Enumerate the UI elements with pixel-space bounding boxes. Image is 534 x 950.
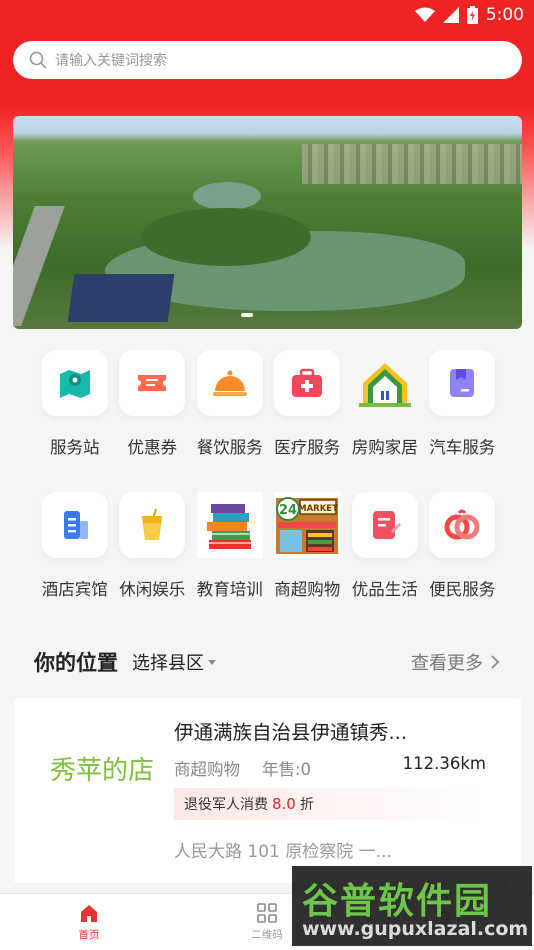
category-label: 优品生活 — [351, 580, 418, 599]
drink-cup-icon — [142, 508, 163, 540]
caret-down-icon — [208, 659, 216, 665]
category-tile — [196, 350, 263, 416]
category-convenience[interactable]: 便民服务 — [424, 492, 502, 600]
category-tile — [119, 350, 186, 416]
category-label: 汽车服务 — [429, 438, 496, 457]
banner-town — [302, 144, 522, 184]
search-bar[interactable]: 请输入关键词搜索 — [13, 41, 522, 79]
category-label: 医疗服务 — [274, 438, 341, 457]
category-supermarket[interactable]: MARKET 24 商超购物 — [269, 492, 347, 600]
market-24-text: 24 — [279, 503, 297, 518]
market-sign-text: MARKET — [298, 504, 338, 514]
category-tile — [119, 492, 186, 558]
watermark: 谷普软件园 www.gupuxlazal.com — [292, 866, 532, 946]
medical-kit-icon — [292, 368, 323, 397]
car-service-icon — [450, 369, 475, 397]
category-medical[interactable]: 医疗服务 — [269, 350, 347, 458]
carousel-indicator[interactable] — [241, 313, 253, 317]
banner-pond — [193, 182, 261, 210]
food-cloche-icon — [212, 370, 247, 396]
store-name: 伊通满族自治县伊通镇秀... — [174, 721, 408, 744]
category-label: 酒店宾馆 — [41, 580, 108, 599]
tab-home[interactable]: 首页 — [0, 894, 178, 950]
category-label: 商超购物 — [274, 580, 341, 599]
category-label: 教育培训 — [196, 580, 263, 599]
qrcode-icon — [257, 902, 277, 923]
chevron-right-icon — [491, 655, 500, 669]
banner-road — [13, 206, 65, 326]
category-label: 休闲娱乐 — [119, 580, 186, 599]
category-label: 餐饮服务 — [196, 438, 263, 457]
status-bar: 5:00 — [0, 0, 534, 30]
books-stack-icon — [206, 504, 251, 549]
discount-badge: 退役军人消费 8.0 折 — [174, 788, 484, 820]
category-tile — [41, 350, 108, 416]
location-title: 你的位置 — [34, 651, 118, 675]
store-address: 人民大路 101 原检察院 一... — [174, 842, 392, 862]
category-hotel[interactable]: 酒店宾馆 — [36, 492, 114, 600]
watermark-url: www.gupuxlazal.com — [302, 918, 529, 940]
store-meta: 商超购物 年售:0 — [174, 756, 311, 780]
category-housing[interactable]: 房购家居 — [346, 350, 424, 458]
category-service-station[interactable]: 服务站 — [36, 350, 114, 458]
location-header: 你的位置 选择县区 查看更多 — [34, 646, 500, 678]
house-icon — [358, 363, 411, 407]
discount-prefix: 退役军人消费 — [184, 797, 268, 813]
search-input[interactable]: 请输入关键词搜索 — [55, 50, 167, 70]
banner-island — [141, 208, 311, 266]
view-more-label: 查看更多 — [411, 653, 483, 674]
hotel-building-icon — [63, 511, 88, 539]
banner-building — [67, 274, 175, 322]
category-leisure[interactable]: 休闲娱乐 — [114, 492, 192, 600]
document-pen-icon — [372, 511, 401, 539]
category-row-1: 服务站 优惠券 餐饮服务 医疗服务 房购家居 汽车服务 — [0, 350, 534, 458]
category-tile — [41, 492, 108, 558]
watermark-title: 谷普软件园 — [302, 881, 493, 922]
category-row-2: 酒店宾馆 休闲娱乐 教育培训 MARKET 24 商超购物 优品生活 便民服务 — [0, 492, 534, 600]
store-logo: 秀苹的店 — [49, 755, 154, 786]
category-education[interactable]: 教育培训 — [191, 492, 269, 600]
category-tile — [429, 492, 496, 558]
category-car[interactable]: 汽车服务 — [424, 350, 502, 458]
map-pin-icon — [59, 370, 90, 398]
category-quality-life[interactable]: 优品生活 — [346, 492, 424, 600]
wifi-icon — [414, 7, 435, 22]
category-food[interactable]: 餐饮服务 — [191, 350, 269, 458]
store-category: 商超购物 — [174, 760, 240, 779]
store-card[interactable]: 秀苹的店 伊通满族自治县伊通镇秀... 商超购物 年售:0 112.36km 退… — [14, 698, 521, 883]
discount-value: 8.0 — [272, 795, 296, 813]
category-tile — [274, 350, 341, 416]
county-select[interactable]: 选择县区 — [132, 649, 216, 675]
category-label: 房购家居 — [351, 438, 418, 457]
category-label: 优惠券 — [127, 438, 178, 457]
search-icon — [29, 51, 47, 69]
discount-suffix: 折 — [299, 797, 314, 813]
battery-icon — [466, 6, 478, 24]
banner-carousel[interactable] — [13, 116, 522, 329]
signal-icon — [442, 7, 459, 23]
category-tile — [429, 350, 496, 416]
rings-icon — [444, 509, 480, 540]
status-time: 5:00 — [485, 5, 524, 25]
category-label: 便民服务 — [429, 580, 496, 599]
market-store-icon: MARKET 24 — [276, 497, 338, 554]
tab-label: 二维码 — [251, 928, 283, 941]
category-label: 服务站 — [50, 438, 100, 457]
category-tile — [351, 492, 418, 558]
category-tile — [352, 350, 418, 416]
tab-label: 首页 — [78, 928, 100, 941]
view-more-link[interactable]: 查看更多 — [411, 649, 500, 675]
coupon-icon — [138, 375, 167, 391]
category-tile: MARKET 24 — [274, 492, 341, 558]
store-sales: 年售:0 — [262, 760, 312, 779]
home-icon — [81, 904, 97, 922]
category-tile — [196, 492, 263, 558]
county-select-label: 选择县区 — [132, 653, 204, 674]
store-distance: 112.36km — [402, 754, 486, 773]
category-coupon[interactable]: 优惠券 — [114, 350, 192, 458]
